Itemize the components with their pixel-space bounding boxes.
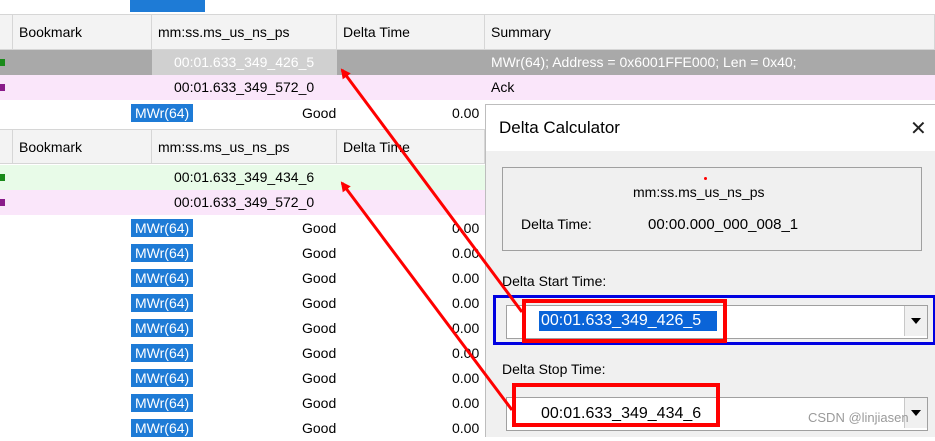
arrow-stop — [340, 181, 514, 411]
arrow-start — [340, 68, 524, 313]
watermark: CSDN @linjiasen — [808, 410, 909, 425]
annotation-arrows — [340, 68, 524, 411]
